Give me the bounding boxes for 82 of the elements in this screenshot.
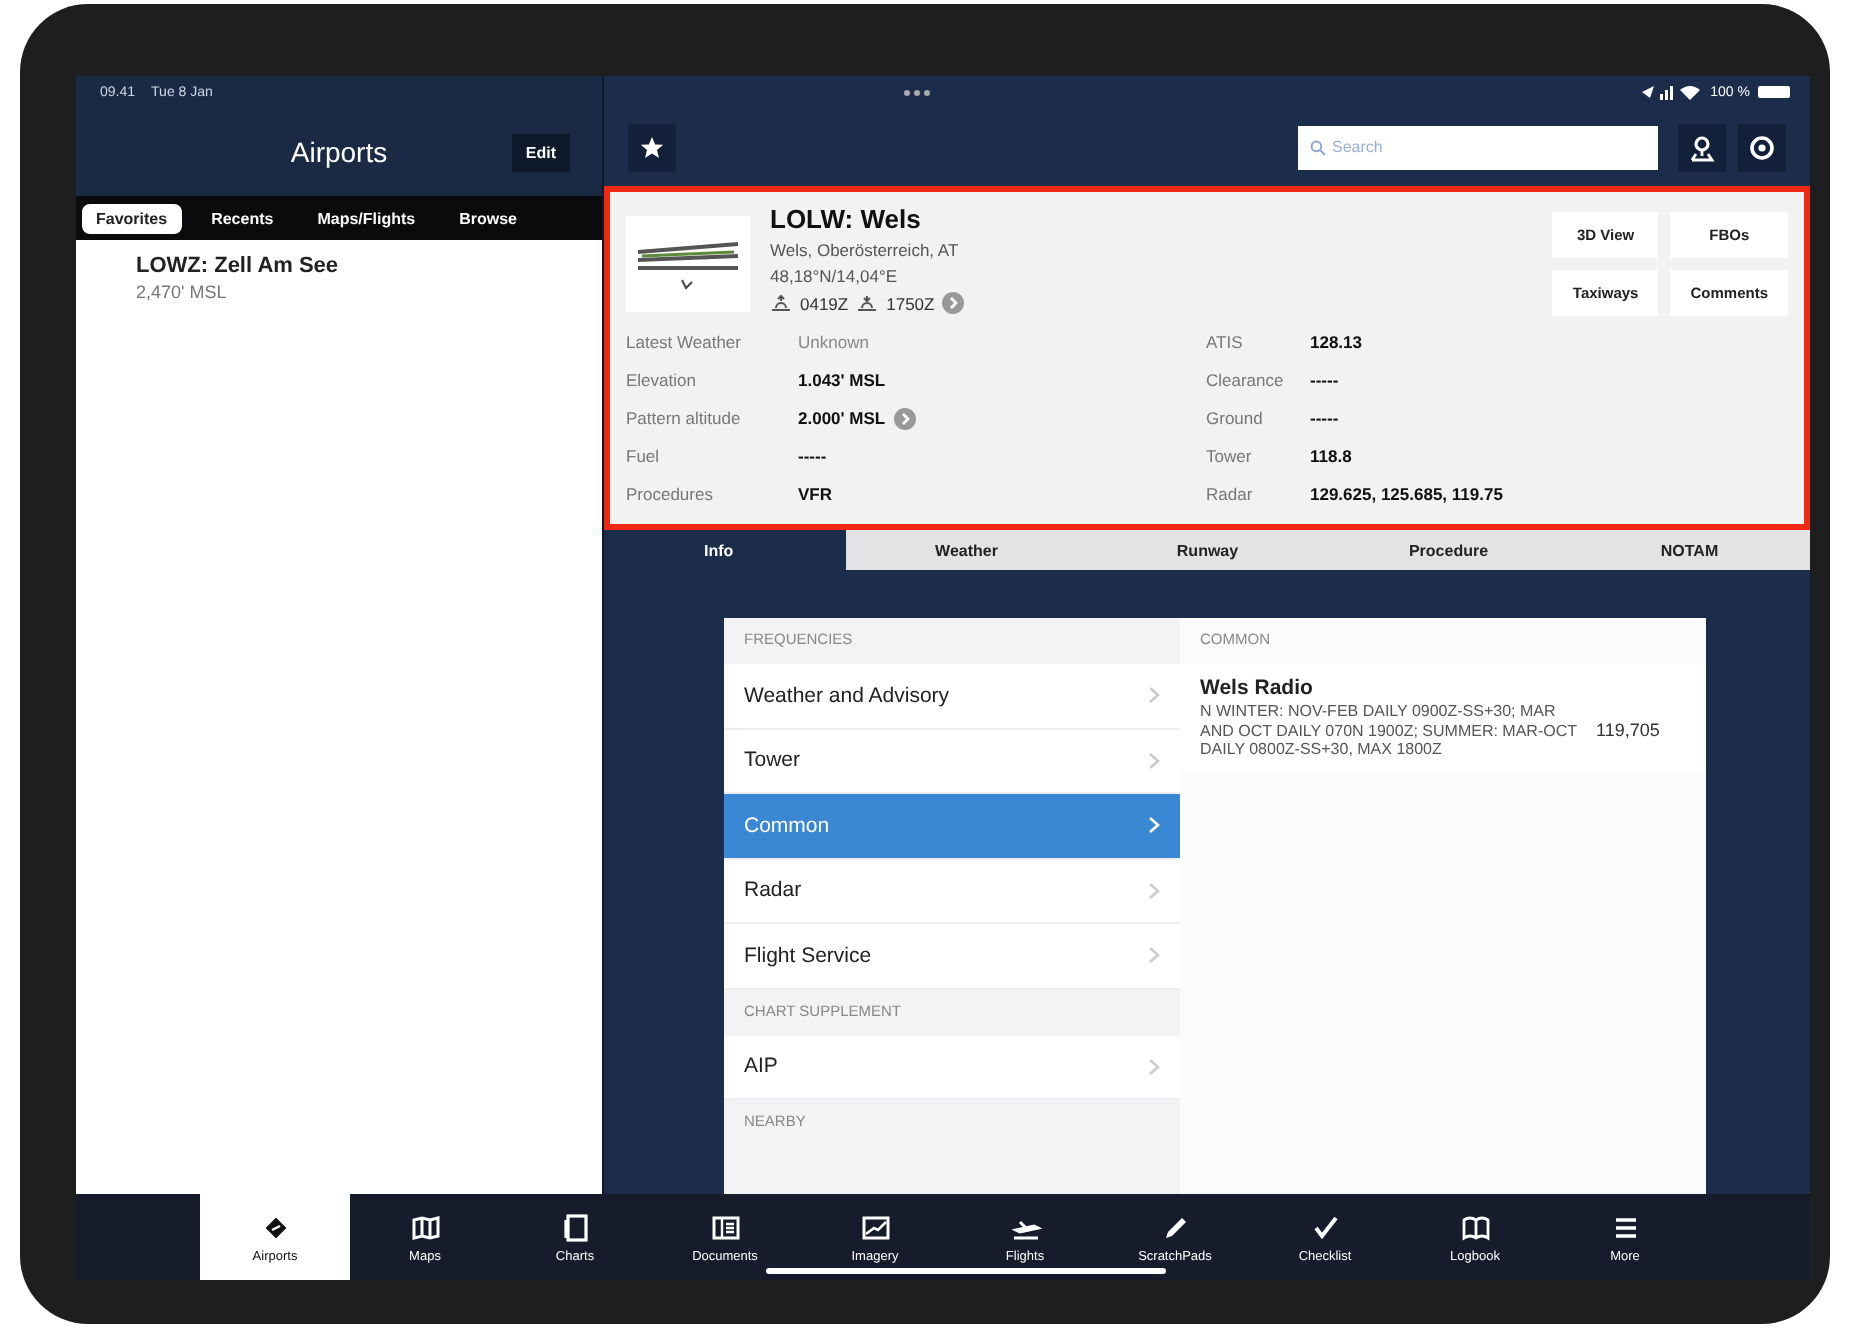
field-value: 118.8 bbox=[1310, 446, 1352, 466]
frequency-category: Tower bbox=[744, 748, 801, 773]
airport-title: LOLW: Wels bbox=[770, 204, 923, 234]
field-value: 1.043' MSL bbox=[798, 370, 886, 390]
segment-tab[interactable]: Favorites bbox=[82, 203, 182, 233]
field-value: Unknown bbox=[798, 332, 869, 352]
segment-tab[interactable]: Recents bbox=[197, 203, 288, 233]
tab[interactable]: Weather bbox=[846, 530, 1087, 570]
airport-name: LOWZ: Zell Am See bbox=[136, 254, 341, 278]
airport-elevation: 2,470' MSL bbox=[136, 282, 229, 302]
field-value: 128.13 bbox=[1310, 332, 1362, 352]
airport-coordinates: 48,18°N/14,04°E bbox=[770, 266, 900, 286]
field-label: Fuel bbox=[626, 446, 662, 466]
frequency-category: AIP bbox=[744, 1054, 778, 1079]
tab[interactable]: Info bbox=[636, 530, 846, 570]
field-value: 129.625, 125.685, 119.75 bbox=[1310, 484, 1503, 504]
frequency-category: Weather and Advisory bbox=[744, 683, 950, 708]
chevron-right-icon bbox=[1148, 686, 1160, 705]
chevron-right-icon bbox=[1148, 1057, 1160, 1076]
field-value: ----- bbox=[1310, 408, 1339, 428]
frequency-list-item[interactable]: AIP bbox=[724, 1035, 1180, 1100]
sidebar-title: Airports bbox=[290, 136, 388, 168]
multitask-dots-icon[interactable] bbox=[904, 89, 930, 95]
map-pin-button[interactable] bbox=[1678, 123, 1726, 171]
signal-wifi-icon bbox=[1642, 84, 1703, 100]
chevron-right-icon bbox=[1148, 946, 1160, 965]
station-name: Wels Radio bbox=[1200, 676, 1315, 700]
field-label: Procedures bbox=[626, 484, 715, 504]
tab-icon bbox=[1459, 1211, 1491, 1243]
sunset-time: 1750Z bbox=[886, 293, 935, 313]
map-pin-icon bbox=[1688, 133, 1716, 161]
field-label: Elevation bbox=[626, 370, 698, 390]
sunset-icon bbox=[856, 294, 879, 312]
station-frequency: 119,705 bbox=[1596, 720, 1660, 744]
settings-button[interactable] bbox=[1738, 123, 1786, 171]
tab-icon bbox=[409, 1211, 441, 1243]
field-value: 2.000' MSL bbox=[798, 408, 886, 428]
station-remarks: N WINTER: NOV-FEB DAILY 0900Z-SS+30; MAR AND OCT DAILY 070N 1900Z; SUMMER: MAR-OCT DAILY 0800Z-SS+30, MAX 1800Z bbox=[1200, 702, 1579, 760]
search-field[interactable]: Search bbox=[1298, 125, 1658, 169]
frequency-category: Common bbox=[744, 813, 830, 838]
settings-icon bbox=[1748, 133, 1776, 161]
segment-tab[interactable]: Maps/Flights bbox=[303, 203, 430, 233]
star-icon bbox=[640, 135, 664, 159]
tab-icon bbox=[559, 1211, 591, 1243]
frequency-list-item[interactable]: Radar bbox=[724, 859, 1180, 924]
tab-icon bbox=[1309, 1211, 1341, 1243]
chevron-right-icon bbox=[1148, 881, 1160, 900]
frequency-category: Flight Service bbox=[744, 943, 872, 968]
field-label: Tower bbox=[1206, 446, 1254, 466]
field-label: Latest Weather bbox=[626, 332, 743, 352]
airport-list-item[interactable]: LOWZ: Zell Am See 2,470' MSL bbox=[76, 240, 602, 316]
favorites-star-button[interactable] bbox=[628, 123, 676, 171]
chevron-right-icon bbox=[1148, 751, 1160, 770]
field-label: Pattern altitude bbox=[626, 408, 743, 428]
frequency-list-item[interactable]: Weather and Advisory bbox=[724, 664, 1180, 729]
segment-tab[interactable]: Browse bbox=[445, 203, 531, 233]
tab-icon bbox=[709, 1211, 741, 1243]
frequency-category: Radar bbox=[744, 878, 802, 903]
edit-button[interactable]: Edit bbox=[511, 133, 570, 171]
sunrise-time: 0419Z bbox=[800, 293, 849, 313]
tab[interactable]: Procedure bbox=[1328, 530, 1569, 570]
chevron-circle-icon[interactable] bbox=[893, 407, 916, 429]
chevron-circle-icon[interactable] bbox=[942, 292, 965, 314]
airport-diagram-drawing bbox=[626, 216, 750, 312]
battery-icon bbox=[1758, 86, 1790, 98]
frequency-list-item[interactable]: Tower bbox=[724, 729, 1180, 794]
tab[interactable]: Runway bbox=[1087, 530, 1328, 570]
field-value: ----- bbox=[1310, 370, 1339, 390]
field-label: Radar bbox=[1206, 484, 1255, 504]
field-value: ----- bbox=[798, 446, 827, 466]
tab-icon bbox=[259, 1211, 291, 1243]
field-value: VFR bbox=[798, 484, 832, 504]
frequency-list-item[interactable]: Common bbox=[724, 794, 1180, 859]
sunrise-icon bbox=[770, 294, 792, 312]
tab[interactable]: NOTAM bbox=[1569, 530, 1810, 570]
chevron-right-icon bbox=[1148, 816, 1160, 835]
field-label: Ground bbox=[1206, 408, 1265, 428]
field-label: Clearance bbox=[1206, 370, 1286, 390]
frequency-list-item[interactable]: Flight Service bbox=[724, 924, 1180, 989]
field-label: ATIS bbox=[1206, 332, 1245, 352]
airport-location: Wels, Oberösterreich, AT bbox=[770, 240, 961, 260]
tab-icon bbox=[859, 1211, 891, 1243]
